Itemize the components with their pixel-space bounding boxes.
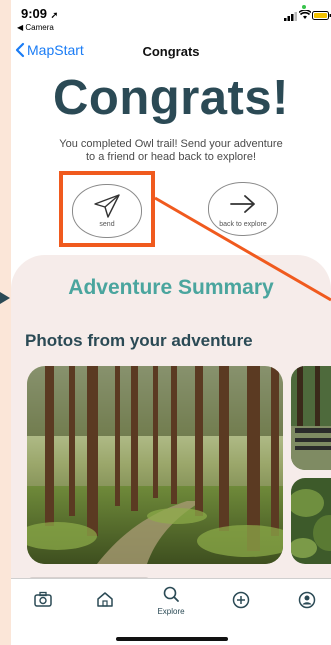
search-icon	[163, 586, 179, 602]
tab-home[interactable]	[85, 591, 125, 613]
explore-button-label: back to explore	[219, 221, 267, 228]
privacy-indicator	[302, 5, 306, 9]
tab-bar: Explore	[11, 579, 331, 645]
home-icon	[97, 592, 113, 607]
adventure-photo-forest[interactable]	[27, 366, 283, 564]
back-to-app-link[interactable]: ◀ Camera	[17, 23, 54, 32]
wifi-icon	[299, 10, 311, 19]
completion-message: You completed Owl trail! Send your adven…	[59, 138, 283, 163]
navigation-bar: MapStart Congrats	[11, 40, 331, 64]
page-title: Congrats	[142, 44, 200, 59]
profile-icon	[298, 591, 316, 609]
arrow-right-icon	[230, 195, 255, 213]
tab-add[interactable]	[221, 591, 261, 614]
battery-icon	[312, 11, 331, 20]
camera-icon	[34, 591, 52, 607]
status-bar: 9:09 ➚ ◀ Camera	[11, 0, 331, 34]
tab-profile[interactable]	[287, 591, 327, 614]
photos-heading: Photos from your adventure	[25, 331, 253, 350]
adventure-photo-bench[interactable]	[291, 366, 331, 470]
status-time: 9:09 ➚	[21, 6, 59, 21]
back-to-explore-button[interactable]: back to explore	[208, 182, 278, 236]
add-icon	[232, 591, 250, 609]
home-indicator[interactable]	[116, 637, 228, 641]
tab-explore-label: Explore	[157, 607, 185, 616]
signal-icon	[284, 12, 297, 21]
tab-camera[interactable]	[23, 591, 63, 612]
adventure-photo-foliage[interactable]	[291, 478, 331, 564]
annotation-highlight-box	[59, 171, 155, 247]
phone-screen: 9:09 ➚ ◀ Camera MapStart Congrats Congra…	[11, 0, 331, 645]
tab-explore[interactable]: Explore	[151, 585, 191, 616]
congrats-heading: Congrats!	[53, 71, 289, 125]
adventure-summary-heading: Adventure Summary	[68, 276, 274, 299]
